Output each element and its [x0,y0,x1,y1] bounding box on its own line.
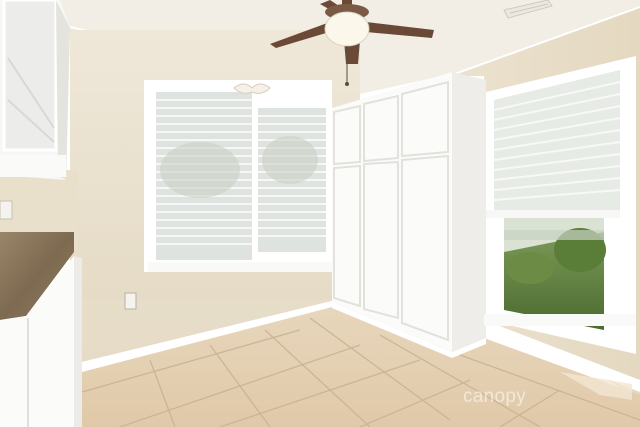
watermark-text: canopy [463,386,527,407]
pantry-cabinet [332,72,486,358]
upper-glass-cabinet [0,0,70,180]
outlet-icon [124,292,137,310]
room-photo: canopy [0,0,640,427]
back-window [144,80,332,272]
light-switch-icon [0,200,13,220]
right-window [484,56,636,354]
